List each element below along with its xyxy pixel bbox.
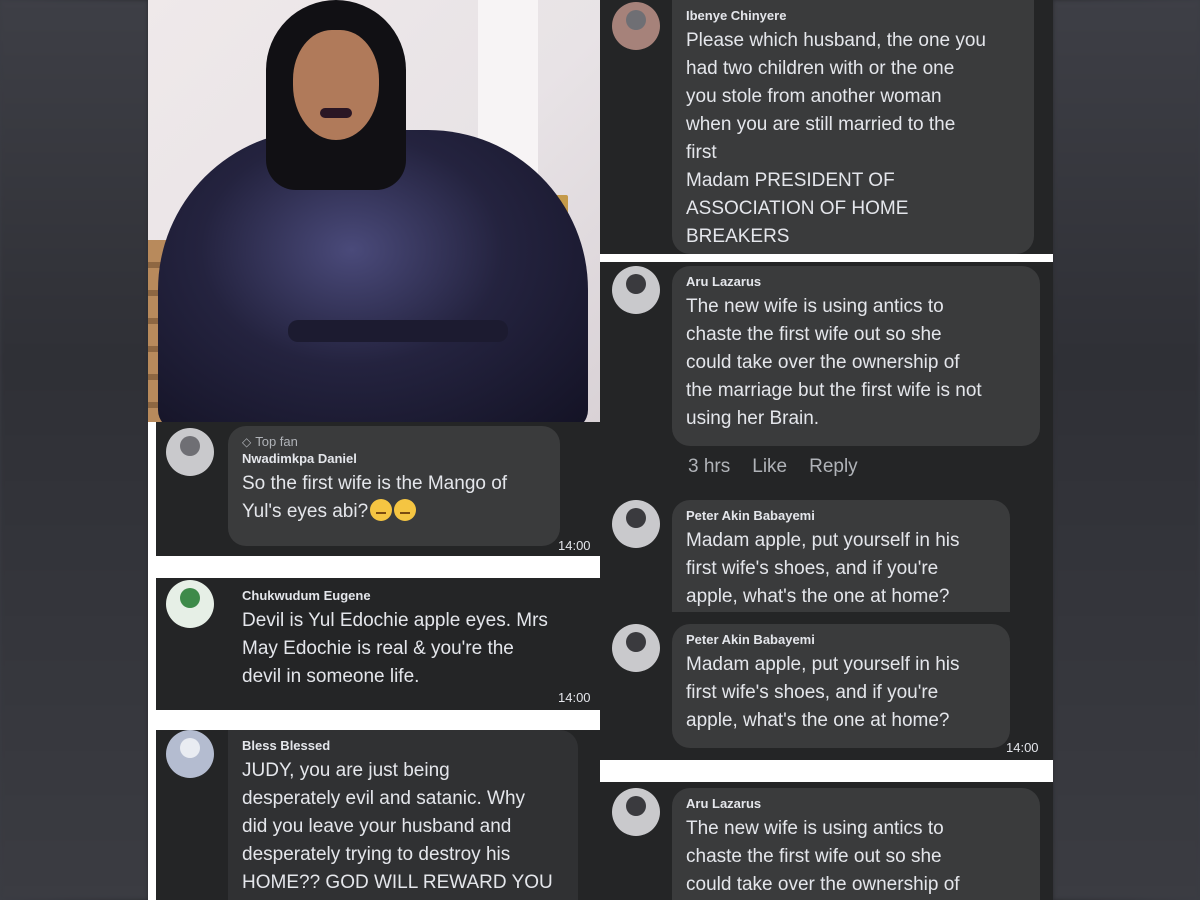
emoji-icon <box>370 499 393 521</box>
comment-age: 3 hrs <box>688 456 731 477</box>
like-button[interactable]: Like <box>752 456 787 478</box>
collage: 01-208 ◇Top fan Nwadimkpa Daniel So the … <box>0 0 1200 900</box>
comment-bubble[interactable]: ◇ Top fan Nwadimkpa Daniel So the first w… <box>228 426 560 546</box>
avatar[interactable] <box>612 788 660 836</box>
top-fan-badge: ◇ Top fan <box>242 434 298 449</box>
timestamp: 14:00 <box>1006 740 1039 755</box>
comment-bubble[interactable]: Peter Akin Babayemi Madam apple, put you… <box>672 624 1010 748</box>
avatar[interactable] <box>612 624 660 672</box>
comment-panel-1: ◇ Top fan Nwadimkpa Daniel So the first w… <box>156 422 600 556</box>
comment-panel-8: Aru Lazarus The new wife is using antics… <box>600 782 1053 900</box>
profile-photo: 01-208 <box>148 0 600 422</box>
commenter-name[interactable]: Bless Blessed <box>242 738 564 753</box>
comment-panel-7: Peter Akin Babayemi Madam apple, put you… <box>600 612 1053 760</box>
comment-text: Madam apple, put yourself in his first w… <box>686 654 960 731</box>
commenter-name[interactable]: Aru Lazarus <box>686 796 1026 811</box>
comment-panel-2: Chukwudum Eugene Devil is Yul Edochie ap… <box>156 578 600 710</box>
comment-bubble[interactable]: Aru Lazarus The new wife is using antics… <box>672 266 1040 446</box>
commenter-name[interactable]: Nwadimkpa Daniel <box>242 451 546 466</box>
avatar[interactable] <box>166 730 214 778</box>
avatar[interactable] <box>612 500 660 548</box>
commenter-name[interactable]: Chukwudum Eugene <box>242 588 574 603</box>
comment-text: Madam apple, put yourself in his first w… <box>686 530 960 607</box>
blurred-margin-left <box>0 0 148 900</box>
comment-bubble[interactable]: Ibenye Chinyere Please which husband, th… <box>672 0 1034 254</box>
right-column: Ibenye Chinyere Please which husband, th… <box>600 0 1053 900</box>
commenter-name[interactable]: Peter Akin Babayemi <box>686 632 996 647</box>
diamond-icon: ◇ <box>242 435 252 449</box>
comment-actions: 3 hrs Like Reply <box>688 456 858 478</box>
comment-panel-3: Bless Blessed JUDY, you are just being d… <box>156 730 600 900</box>
avatar[interactable] <box>612 2 660 50</box>
comment-text: So the first wife is the Mango of Yul's … <box>242 473 508 522</box>
timestamp: 14:00 <box>558 538 591 553</box>
comment-text: Please which husband, the one you had tw… <box>686 30 986 247</box>
commenter-name[interactable]: Ibenye Chinyere <box>686 8 1020 23</box>
blurred-margin-right <box>1053 0 1200 900</box>
avatar[interactable] <box>166 580 214 628</box>
left-column: 01-208 ◇Top fan Nwadimkpa Daniel So the … <box>148 0 600 900</box>
comment-text: JUDY, you are just being desperately evi… <box>242 760 553 893</box>
commenter-name[interactable]: Aru Lazarus <box>686 274 1026 289</box>
face <box>293 30 379 140</box>
comment-text: The new wife is using antics to chaste t… <box>686 296 982 429</box>
comment-panel-6: Peter Akin Babayemi Madam apple, put you… <box>600 500 1053 612</box>
comment-bubble[interactable]: Bless Blessed JUDY, you are just being d… <box>228 730 578 900</box>
reply-button[interactable]: Reply <box>809 456 858 478</box>
comment-text: The new wife is using antics to chaste t… <box>686 818 960 895</box>
comment-bubble[interactable]: Chukwudum Eugene Devil is Yul Edochie ap… <box>228 580 588 702</box>
emoji-icon <box>394 499 417 521</box>
comment-panel-4: Ibenye Chinyere Please which husband, th… <box>600 0 1053 254</box>
timestamp: 14:00 <box>558 690 591 705</box>
comment-bubble[interactable]: Aru Lazarus The new wife is using antics… <box>672 788 1040 900</box>
avatar[interactable] <box>166 428 214 476</box>
comment-bubble[interactable]: Peter Akin Babayemi Madam apple, put you… <box>672 500 1010 612</box>
comment-panel-5: Aru Lazarus The new wife is using antics… <box>600 262 1053 500</box>
comment-text: Devil is Yul Edochie apple eyes. Mrs May… <box>242 610 548 687</box>
avatar[interactable] <box>612 266 660 314</box>
commenter-name[interactable]: Peter Akin Babayemi <box>686 508 996 523</box>
